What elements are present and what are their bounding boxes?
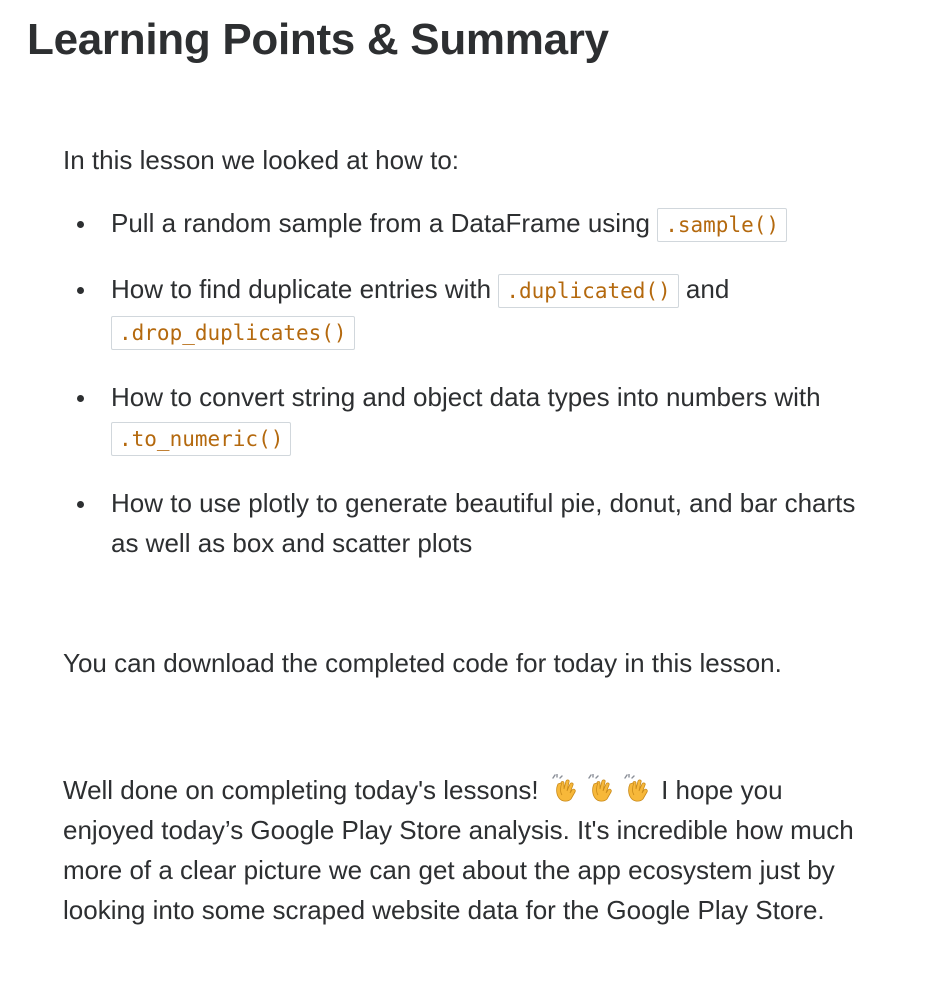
code-snippet-drop-duplicates: .drop_duplicates() — [111, 316, 355, 350]
emoji-group — [546, 773, 654, 805]
list-item: How to find duplicate entries with .dupl… — [77, 269, 863, 353]
code-snippet-sample: .sample() — [657, 208, 788, 242]
list-item: How to convert string and object data ty… — [77, 377, 863, 459]
point-text: How to find duplicate entries with — [111, 274, 499, 304]
point-text-connector: and — [678, 274, 730, 304]
closing-text-start: Well done on completing today's lessons! — [63, 775, 546, 805]
learning-points-list: Pull a random sample from a DataFrame us… — [63, 203, 863, 563]
code-snippet-duplicated: .duplicated() — [498, 274, 679, 308]
closing-paragraph: Well done on completing today's lessons!… — [63, 770, 863, 930]
point-text: How to convert string and object data ty… — [111, 382, 821, 412]
intro-text: In this lesson we looked at how to: — [63, 145, 460, 175]
list-item: Pull a random sample from a DataFrame us… — [77, 203, 863, 245]
code-snippet-to-numeric: .to_numeric() — [111, 422, 292, 456]
clapping-hands-icon — [549, 773, 579, 804]
clapping-hands-icon — [585, 773, 615, 804]
download-text: You can download the completed code for … — [63, 648, 782, 678]
page-title: Learning Points & Summary — [27, 15, 609, 64]
clapping-hands-icon — [621, 773, 651, 804]
point-text: Pull a random sample from a DataFrame us… — [111, 208, 658, 238]
list-item: How to use plotly to generate beautiful … — [77, 483, 863, 563]
point-text: How to use plotly to generate beautiful … — [111, 488, 856, 558]
lesson-summary: In this lesson we looked at how to: Pull… — [63, 140, 863, 587]
